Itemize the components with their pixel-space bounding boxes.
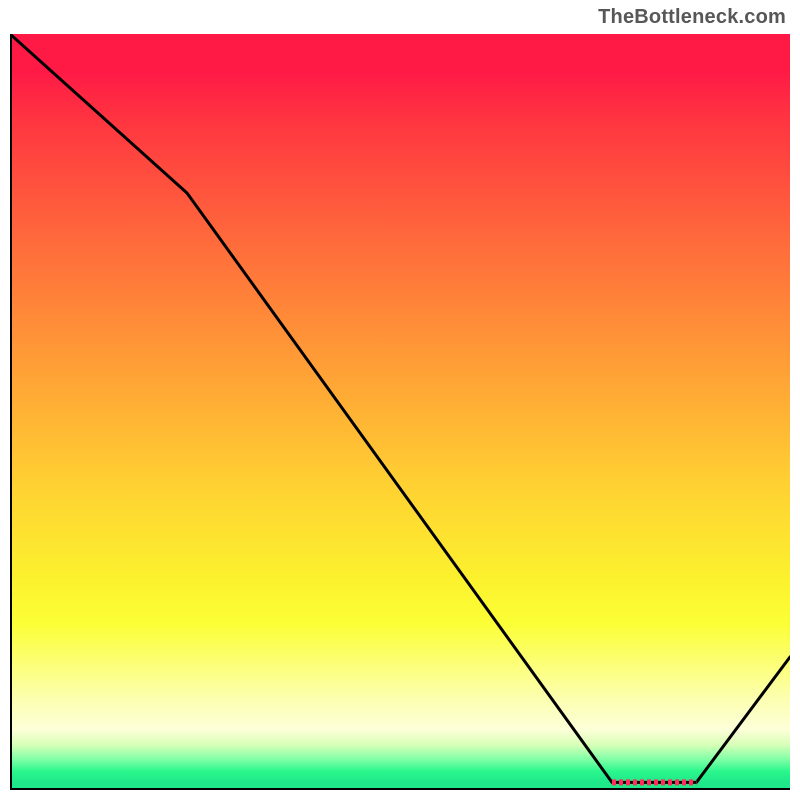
branding-watermark: TheBottleneck.com — [598, 6, 786, 29]
background-gradient — [10, 34, 790, 790]
plot-area — [10, 34, 790, 790]
chart-container: TheBottleneck.com — [0, 0, 800, 800]
